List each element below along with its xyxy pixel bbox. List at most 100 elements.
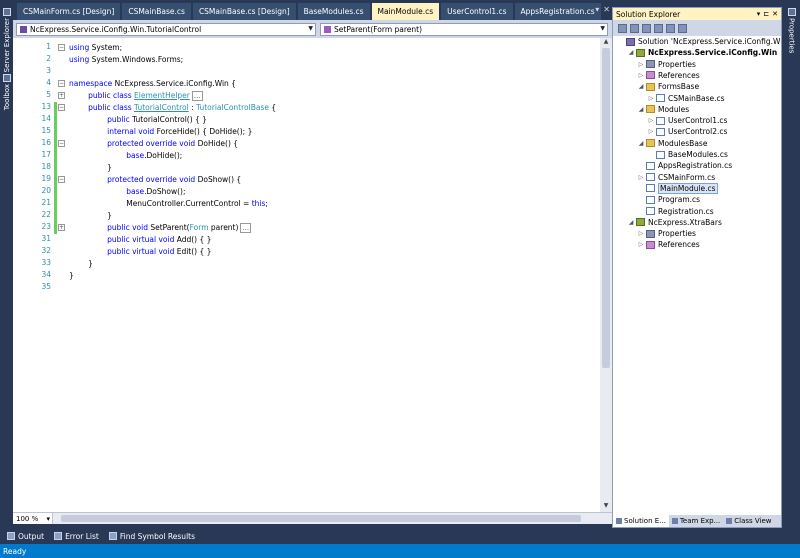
expander-icon[interactable]: ▷ (637, 174, 645, 181)
tab-dropdown-icon[interactable]: ▾ (595, 5, 599, 14)
tree-node[interactable]: MainModule.cs (637, 182, 718, 194)
expander-icon[interactable]: ◢ (637, 140, 645, 147)
tree-node[interactable]: ▷ Properties (637, 228, 696, 239)
tree-node[interactable]: Solution 'NcExpress.Service.iConfig.Win'… (617, 36, 781, 47)
expander-icon[interactable]: ▷ (637, 72, 645, 79)
show-all-files-icon[interactable] (630, 23, 639, 33)
expander-icon[interactable]: ▷ (647, 128, 655, 135)
tree-node[interactable]: Program.cs (637, 194, 700, 205)
tool-tab[interactable]: Output (4, 532, 47, 541)
document-tab[interactable]: CSMainForm.cs [Design] (17, 3, 121, 20)
tree-node[interactable]: BaseModules.cs (647, 149, 728, 160)
code-line[interactable]: 21 MenuController.CurrentControl = this; (13, 198, 600, 210)
tree-node[interactable]: AppsRegistration.cs (637, 160, 732, 171)
expand-icon[interactable]: + (58, 92, 65, 99)
refresh-icon[interactable] (642, 23, 651, 33)
document-tab[interactable]: MainModule.cs (371, 3, 440, 20)
tree-node[interactable]: ◢ Modules (637, 104, 690, 115)
tool-tab[interactable]: Find Symbol Results (106, 532, 198, 541)
scroll-up-icon[interactable]: ▲ (600, 38, 612, 48)
vertical-scroll-thumb[interactable] (602, 48, 610, 368)
collapsed-region[interactable]: ... (240, 223, 252, 233)
code-line[interactable]: 13− public class TutorialControl : Tutor… (13, 102, 600, 114)
expander-icon[interactable]: ◢ (637, 83, 645, 90)
document-tab[interactable]: AppsRegistration.cs (514, 3, 601, 20)
document-tab[interactable]: UserControl1.cs (441, 3, 513, 20)
expander-icon[interactable]: ▷ (637, 61, 645, 68)
code-token: ForceHide() { DoHide(); } (156, 127, 253, 136)
code-line[interactable]: 19− protected override void DoShow() { (13, 174, 600, 186)
scroll-down-icon[interactable]: ▼ (600, 502, 612, 512)
expander-icon[interactable]: ◢ (627, 219, 635, 226)
collapsed-region[interactable]: ... (191, 91, 203, 101)
code-line[interactable]: 4− namespace NcExpress.Service.iConfig.Wi… (13, 78, 600, 90)
expander-icon[interactable]: ◢ (627, 49, 635, 56)
code-line[interactable]: 14 public TutorialControl() { } (13, 114, 600, 126)
expander-icon[interactable]: ▷ (637, 230, 645, 237)
tree-node[interactable]: ◢ NcExpress.Service.iConfig.Win (627, 47, 777, 58)
tree-node[interactable]: ◢ ModulesBase (637, 138, 708, 149)
tree-node[interactable]: ▷ UserControl2.cs (647, 126, 728, 137)
expander-icon[interactable]: ◢ (637, 106, 645, 113)
collapse-icon[interactable]: − (58, 176, 65, 183)
collapse-icon[interactable]: − (58, 80, 65, 87)
tree-node[interactable]: ◢ NcExpress.XtraBars (627, 217, 722, 228)
tree-node[interactable]: Registration.cs (637, 206, 714, 217)
document-tab[interactable]: CSMainBase.cs (122, 3, 191, 20)
expander-icon[interactable]: ▷ (647, 117, 655, 124)
tree-node[interactable]: ▷ CSMainForm.cs (637, 172, 716, 183)
collapse-icon[interactable]: − (58, 44, 65, 51)
code-line[interactable]: 20 base.DoShow(); (13, 186, 600, 198)
tab-close-icon[interactable]: ✕ (603, 5, 610, 14)
code-line[interactable]: 32 public virtual void Edit() { } (13, 246, 600, 258)
code-line[interactable]: 31 public virtual void Add() { } (13, 234, 600, 246)
code-line[interactable]: 35 (13, 282, 600, 294)
document-tab[interactable]: CSMainBase.cs [Design] (192, 3, 296, 20)
panel-tab[interactable]: Solution E... (613, 515, 669, 527)
member-combo[interactable]: SetParent(Form parent) ▼ (320, 22, 608, 36)
code-line[interactable]: 23 + public void SetParent(Form parent)..… (13, 222, 600, 234)
panel-tab[interactable]: Team Exp... (669, 515, 723, 527)
editor-vertical-scrollbar[interactable]: ▲ ▼ (600, 38, 612, 512)
document-tab[interactable]: BaseModules.cs (297, 3, 370, 20)
expander-icon[interactable]: ▷ (637, 241, 645, 248)
collapse-icon[interactable]: − (58, 140, 65, 147)
tree-node[interactable]: ▷ CSMainBase.cs (647, 93, 725, 104)
view-designer-icon[interactable] (666, 23, 675, 33)
tree-node[interactable]: ▷ Properties (637, 59, 696, 70)
panel-tab[interactable]: Class View (723, 515, 774, 527)
horizontal-scroll-thumb[interactable] (61, 515, 581, 522)
code-line[interactable]: 18 } (13, 162, 600, 174)
code-line[interactable]: 1− using System; (13, 42, 600, 54)
properties-tab[interactable]: Properties (786, 8, 797, 53)
properties-icon[interactable] (618, 23, 627, 33)
tree-node[interactable]: ▷ References (637, 239, 700, 250)
type-combo[interactable]: NcExpress.Service.iConfig.Win.TutorialCo… (16, 22, 316, 36)
tree-node[interactable]: ▷ UserControl1.cs (647, 115, 728, 126)
class-diagram-icon[interactable] (678, 23, 687, 33)
expander-icon[interactable]: ▷ (647, 95, 655, 102)
zoom-combo[interactable]: 100 % ▾ (13, 513, 53, 524)
code-line[interactable]: 3 (13, 66, 600, 78)
collapse-icon[interactable]: − (58, 104, 65, 111)
code-line[interactable]: 16− protected override void DoHide() { (13, 138, 600, 150)
code-line[interactable]: 5 + public class ElementHelper... (13, 90, 600, 102)
tool-tab[interactable]: Error List (51, 532, 102, 541)
code-line[interactable]: 17 base.DoHide(); (13, 150, 600, 162)
code-line[interactable]: 34} (13, 270, 600, 282)
code-line[interactable]: 2 using System.Windows.Forms; (13, 54, 600, 66)
view-code-icon[interactable] (654, 23, 663, 33)
close-icon[interactable]: ✕ (772, 10, 778, 18)
window-position-icon[interactable]: ▾ (757, 10, 761, 18)
code-editor[interactable]: 1− using System; 2 using System.Windows.For… (13, 38, 600, 512)
server-explorer-tab[interactable]: Server Explorer (1, 8, 12, 72)
auto-hide-icon[interactable]: ⊏ (763, 10, 769, 18)
tree-node[interactable]: ◢ FormsBase (637, 81, 699, 92)
line-number: 16 (41, 138, 51, 147)
tree-node[interactable]: ▷ References (637, 70, 700, 81)
code-line[interactable]: 15 internal void ForceHide() { DoHide();… (13, 126, 600, 138)
expand-icon[interactable]: + (58, 224, 65, 231)
toolbox-tab[interactable]: Toolbox (1, 74, 12, 110)
code-line[interactable]: 22 } (13, 210, 600, 222)
code-line[interactable]: 33 } (13, 258, 600, 270)
